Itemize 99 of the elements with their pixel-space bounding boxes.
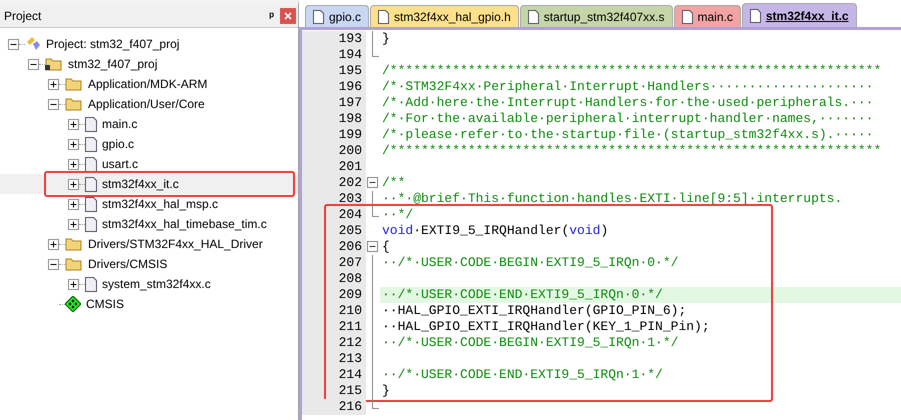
tree-item[interactable]: system_stm32f4xx.c <box>102 277 211 291</box>
component-icon <box>65 296 81 312</box>
line-number: 203 <box>302 191 366 207</box>
line-number: 208 <box>302 271 366 287</box>
code-line: /*************************************************************** <box>381 143 882 159</box>
tree-item[interactable]: stm32_f407_proj <box>68 57 158 71</box>
code-line: ··*/ <box>381 207 414 223</box>
file-icon <box>378 10 390 24</box>
panel-title: Project <box>4 9 42 23</box>
line-number: 199 <box>302 127 366 143</box>
tree-item[interactable]: usart.c <box>102 157 138 171</box>
tree-item[interactable]: stm32f4xx_hal_msp.c <box>102 197 218 211</box>
collapse-toggle[interactable] <box>8 38 19 50</box>
line-number: 213 <box>302 351 366 367</box>
tree-item[interactable]: main.c <box>102 117 138 131</box>
line-number: 216 <box>302 399 366 415</box>
line-number: 195 <box>302 63 366 79</box>
tree-item[interactable]: stm32f4xx_hal_timebase_tim.c <box>102 217 267 231</box>
fold-icon[interactable] <box>367 241 378 252</box>
tree-item[interactable]: CMSIS <box>86 297 124 311</box>
file-icon <box>750 8 761 22</box>
line-number: 200 <box>302 143 366 159</box>
code-line: ··HAL_GPIO_EXTI_IRQHandler(KEY_1_PIN_Pin); <box>381 319 711 335</box>
code-line: /*************************************************************** <box>381 63 882 79</box>
line-number: 202 <box>302 175 366 191</box>
file-tab[interactable]: startup_stm32f407xx.s <box>520 5 673 27</box>
tree-item[interactable]: Application/User/Core <box>88 97 205 111</box>
code-line: ··*·@brief·This·function·handles·EXTI·line[9:5]·interrupts. <box>381 191 844 207</box>
folder-icon <box>65 77 83 91</box>
code-line: } <box>381 31 391 47</box>
close-icon <box>284 12 292 20</box>
tree-item[interactable]: stm32f4xx_it.c <box>102 177 179 191</box>
line-number: 204 <box>302 207 366 223</box>
file-icon <box>85 156 97 172</box>
code-line: ··/*·USER·CODE·BEGIN·EXTI9_5_IRQn·0·*/ <box>381 255 680 271</box>
tree-item[interactable]: Drivers/CMSIS <box>88 257 168 271</box>
line-number: 209 <box>302 287 366 303</box>
code-line: ··/*·USER·CODE·BEGIN·EXTI9_5_IRQn·1·*/ <box>381 335 680 351</box>
folder-icon <box>65 257 83 271</box>
code-line: /*·For·the·available·peripheral·interrupt·handler·names,······· <box>381 111 874 127</box>
collapse-toggle[interactable] <box>48 98 59 110</box>
tree-item[interactable]: gpio.c <box>102 137 134 151</box>
line-number: 214 <box>302 367 366 383</box>
tree-item[interactable]: Application/MDK-ARM <box>88 77 208 91</box>
line-number: 197 <box>302 95 366 111</box>
code-line: /*·STM32F4xx·Peripheral·Interrupt·Handlers····················· <box>381 79 874 95</box>
folder-icon <box>45 57 63 71</box>
expand-toggle[interactable] <box>68 218 79 230</box>
tree-item[interactable]: Project: stm32_f407_proj <box>46 37 180 51</box>
file-icon <box>85 216 97 232</box>
close-button[interactable] <box>280 8 296 24</box>
tree-item[interactable]: Drivers/STM32F4xx_HAL_Driver <box>88 237 263 251</box>
collapse-toggle[interactable] <box>28 58 39 70</box>
expand-toggle[interactable] <box>48 78 59 90</box>
file-icon <box>85 136 97 152</box>
fold-icon[interactable] <box>367 177 378 188</box>
folder-icon <box>65 237 83 251</box>
code-line: ··HAL_GPIO_EXTI_IRQHandler(GPIO_PIN_6); <box>381 303 688 319</box>
code-line: { <box>381 239 391 255</box>
expand-toggle[interactable] <box>68 138 79 150</box>
file-icon <box>682 10 693 24</box>
line-number: 198 <box>302 111 366 127</box>
line-number: 196 <box>302 79 366 95</box>
collapse-toggle[interactable] <box>48 258 59 270</box>
code-line: /*·please·refer·to·the·startup·file·(startup_stm32f4xx.s).····· <box>381 127 874 143</box>
pin-button[interactable]: ᵖ <box>269 9 274 23</box>
line-number: 206 <box>302 239 366 255</box>
expand-toggle[interactable] <box>68 158 79 170</box>
file-icon <box>85 116 97 132</box>
code-line: /*·Add·here·the·Interrupt·Handlers·for·the·used·peripherals.··· <box>381 95 874 111</box>
code-line: } <box>381 383 391 399</box>
file-icon <box>313 10 324 24</box>
line-number: 215 <box>302 383 366 399</box>
line-number: 194 <box>302 47 366 63</box>
file-icon <box>85 276 97 292</box>
line-number: 207 <box>302 255 366 271</box>
line-number: 205 <box>302 223 366 239</box>
project-icon <box>25 36 41 52</box>
folder-icon <box>65 97 83 111</box>
line-number: 210 <box>302 303 366 319</box>
line-number: 212 <box>302 335 366 351</box>
file-icon <box>528 10 539 24</box>
code-line: void·EXTI9_5_IRQHandler(void) <box>381 223 610 239</box>
line-number: 211 <box>302 319 366 335</box>
expand-toggle[interactable] <box>48 238 59 250</box>
line-number: 201 <box>302 159 366 175</box>
code-line: ··/*·USER·CODE·END·EXTI9_5_IRQn·1·*/ <box>381 367 664 383</box>
expand-toggle[interactable] <box>68 178 79 190</box>
file-tab[interactable]: stm32f4xx_hal_gpio.h <box>370 5 519 27</box>
expand-toggle[interactable] <box>68 118 79 130</box>
file-icon <box>85 196 97 212</box>
expand-toggle[interactable] <box>68 278 79 290</box>
code-line: /** <box>381 175 406 191</box>
file-icon <box>85 176 97 192</box>
file-tab[interactable]: stm32f4xx_it.c <box>742 3 857 27</box>
expand-toggle[interactable] <box>68 198 79 210</box>
file-tab[interactable]: gpio.c <box>305 5 370 27</box>
line-number: 193 <box>302 31 366 47</box>
file-tab[interactable]: main.c <box>674 5 741 27</box>
